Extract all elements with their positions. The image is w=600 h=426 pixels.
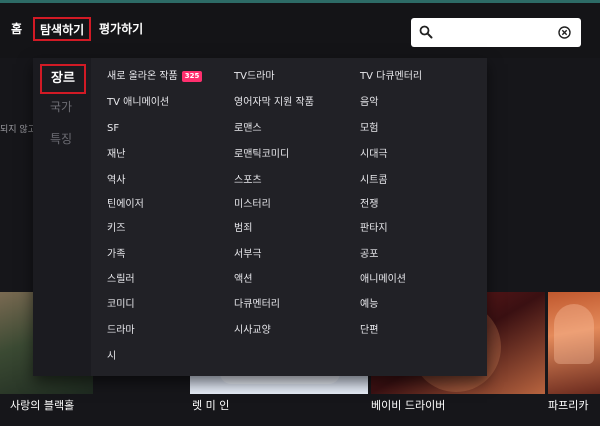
search-box[interactable] bbox=[411, 18, 581, 47]
genre-item[interactable]: 범죄 bbox=[234, 222, 252, 236]
explore-dropdown: 장르 국가 특징 새로 올라온 작품 325 TV 애니메이션 SF 재난 역사 … bbox=[33, 58, 487, 376]
search-icon bbox=[419, 25, 433, 39]
genre-item[interactable]: 모험 bbox=[360, 122, 378, 136]
genre-item[interactable]: 영어자막 지원 작품 bbox=[234, 96, 314, 110]
genre-item[interactable]: 코미디 bbox=[107, 298, 135, 312]
genre-item[interactable]: 시대극 bbox=[360, 148, 388, 162]
poster-title[interactable]: 베이비 드라이버 bbox=[371, 397, 445, 413]
genre-item[interactable]: 다큐멘터리 bbox=[234, 298, 280, 312]
poster-title[interactable]: 파프리카 bbox=[548, 397, 588, 413]
genre-item[interactable]: 예능 bbox=[360, 298, 378, 312]
genre-item[interactable]: 판타지 bbox=[360, 222, 388, 236]
genre-item[interactable]: 역사 bbox=[107, 174, 125, 188]
background-text: 되지 않고 bbox=[0, 125, 36, 135]
genre-item[interactable]: 재난 bbox=[107, 148, 125, 162]
genre-item[interactable]: 시사교양 bbox=[234, 324, 271, 338]
genre-label: 새로 올라온 작품 bbox=[107, 71, 178, 82]
poster-title[interactable]: 사랑의 블랙홀 bbox=[10, 397, 74, 413]
poster-title[interactable]: 렛 미 인 bbox=[192, 397, 229, 413]
search-input[interactable] bbox=[437, 23, 557, 42]
genre-item[interactable]: 드라마 bbox=[107, 324, 135, 338]
genre-item[interactable]: 공포 bbox=[360, 248, 378, 262]
clear-search-icon[interactable] bbox=[558, 26, 571, 39]
genre-item[interactable]: 애니메이션 bbox=[360, 273, 406, 287]
poster-image[interactable] bbox=[548, 292, 600, 394]
genre-item[interactable]: 틴에이저 bbox=[107, 198, 144, 212]
genre-item[interactable]: 가족 bbox=[107, 248, 125, 262]
genre-item[interactable]: 시 bbox=[107, 350, 116, 364]
nav-explore[interactable]: 탐색하기 bbox=[33, 17, 92, 41]
nav-home[interactable]: 홈 bbox=[11, 20, 22, 38]
genre-item[interactable]: 단편 bbox=[360, 324, 378, 338]
dropdown-side-tabs: 장르 국가 특징 bbox=[33, 58, 91, 376]
tab-feature[interactable]: 특징 bbox=[50, 130, 72, 148]
genre-item[interactable]: 로맨스 bbox=[234, 122, 262, 136]
tab-country[interactable]: 국가 bbox=[50, 98, 72, 116]
genre-item[interactable]: TV 애니메이션 bbox=[107, 96, 169, 110]
genre-item[interactable]: 액션 bbox=[234, 273, 252, 287]
genre-item[interactable]: SF bbox=[107, 122, 119, 136]
genre-item[interactable]: 스릴러 bbox=[107, 273, 135, 287]
genre-item-new[interactable]: 새로 올라온 작품 325 bbox=[107, 70, 203, 84]
genre-item[interactable]: 시트콤 bbox=[360, 174, 388, 188]
top-bar: 홈 탐색하기 평가하기 bbox=[0, 0, 600, 58]
nav-rate[interactable]: 평가하기 bbox=[99, 20, 143, 38]
genre-item[interactable]: 음악 bbox=[360, 96, 378, 110]
new-count-badge: 325 bbox=[181, 71, 203, 82]
genre-item[interactable]: 미스터리 bbox=[234, 198, 271, 212]
genre-item[interactable]: 서부극 bbox=[234, 248, 262, 262]
tab-genre[interactable]: 장르 bbox=[40, 64, 86, 94]
genre-item[interactable]: 스포츠 bbox=[234, 174, 262, 188]
genre-item[interactable]: TV드라마 bbox=[234, 70, 275, 84]
genre-item[interactable]: 키즈 bbox=[107, 222, 125, 236]
genre-item[interactable]: TV 다큐멘터리 bbox=[360, 70, 422, 84]
genre-item[interactable]: 로맨틱코미디 bbox=[234, 148, 289, 162]
genre-item[interactable]: 전쟁 bbox=[360, 198, 378, 212]
